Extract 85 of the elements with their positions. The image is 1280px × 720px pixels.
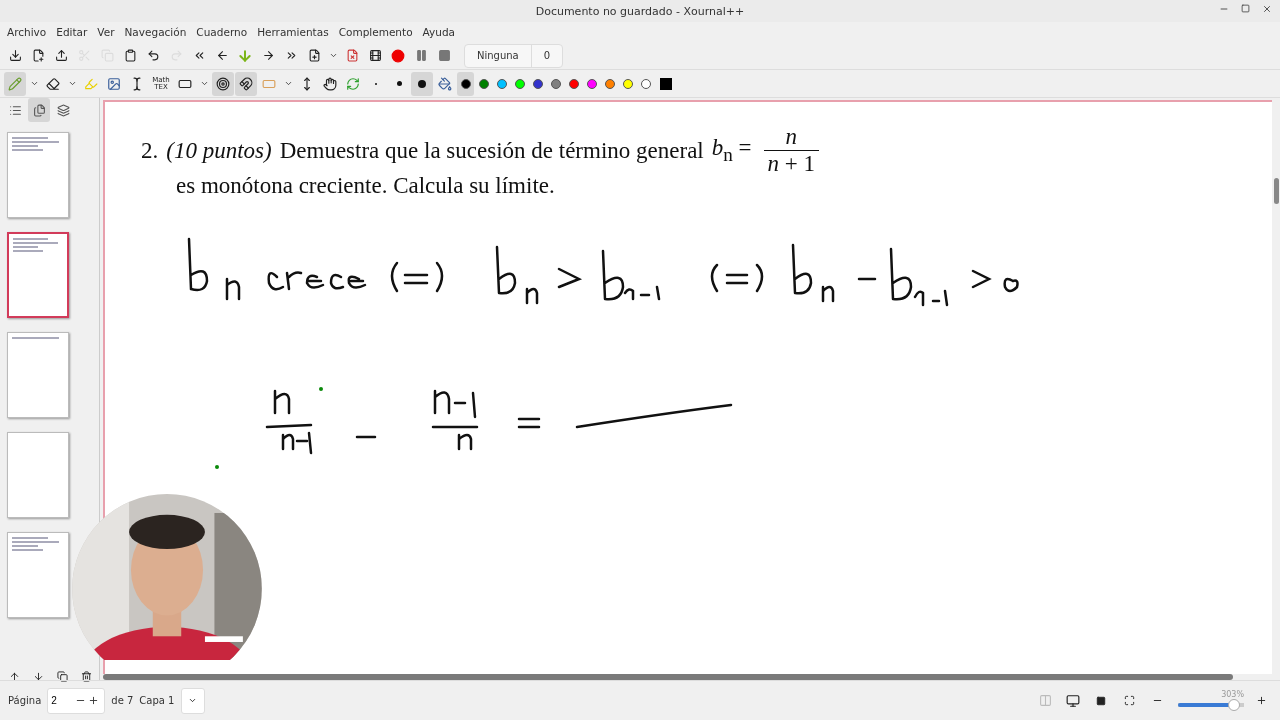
back-icon xyxy=(215,49,229,62)
page-total: de 7 xyxy=(111,695,134,706)
menu-item[interactable]: Cuaderno xyxy=(191,26,253,38)
page-thumbnail[interactable] xyxy=(7,332,69,418)
image-icon xyxy=(107,76,121,91)
trash-icon xyxy=(80,670,92,682)
fraction-denominator: n + 1 xyxy=(763,150,820,177)
undo-icon xyxy=(146,49,160,62)
refresh-icon xyxy=(346,76,360,91)
highlighter-icon xyxy=(84,76,98,91)
caret-icon xyxy=(67,79,77,88)
magnet-button[interactable] xyxy=(235,71,257,96)
problem-text: Demuestra que la sucesión de término general xyxy=(279,137,704,164)
export-icon xyxy=(54,49,68,62)
delpage-icon xyxy=(345,49,359,62)
slider-thumb[interactable] xyxy=(1228,699,1241,711)
page-spinner[interactable]: 2 xyxy=(47,687,106,714)
page-thumbnail[interactable] xyxy=(7,132,69,218)
scrollbar-thumb[interactable] xyxy=(103,674,1233,680)
hand-icon xyxy=(323,76,337,91)
dot-icon xyxy=(418,79,426,88)
square-icon xyxy=(1096,695,1106,706)
problem-text: es monótona creciente. Calcula su límite. xyxy=(175,173,556,199)
menu-item[interactable]: Editar xyxy=(51,26,93,38)
problem-points: (10 puntos) xyxy=(166,137,272,164)
pages-icon xyxy=(32,103,46,117)
paste-icon xyxy=(123,49,137,62)
layer-label: Capa 1 xyxy=(139,695,175,706)
menu-item[interactable]: Navegación xyxy=(119,26,192,38)
film-icon xyxy=(368,49,382,62)
square-icon xyxy=(660,77,672,90)
pause-icon xyxy=(414,49,428,62)
copy-icon xyxy=(56,670,68,682)
page-label: Página xyxy=(8,695,42,706)
menu-item[interactable]: Ayuda xyxy=(417,26,461,38)
menu-item[interactable]: Ver xyxy=(92,26,120,38)
caret-icon xyxy=(199,79,209,88)
columns-icon xyxy=(1038,694,1052,707)
layer-name: Ninguna xyxy=(465,44,532,67)
save-icon xyxy=(8,49,22,62)
close-icon[interactable] xyxy=(1262,4,1272,14)
page-thumbnail[interactable] xyxy=(7,432,69,518)
pen-icon xyxy=(8,76,22,91)
size-button[interactable] xyxy=(411,71,433,96)
plus-icon xyxy=(88,695,100,706)
sidebar-tab[interactable] xyxy=(28,98,50,122)
caret-icon xyxy=(283,79,293,88)
layer-field[interactable]: Ninguna 0 xyxy=(464,43,564,68)
caret-icon xyxy=(188,696,197,705)
zoom-level: 303% xyxy=(1221,690,1244,699)
layers-icon xyxy=(56,103,70,117)
fullscreen-icon xyxy=(1123,695,1135,706)
maximize-icon[interactable] xyxy=(1241,4,1250,13)
caret-icon xyxy=(328,51,338,60)
scrollbar-thumb[interactable] xyxy=(1273,178,1279,204)
problem-number: 2. xyxy=(141,137,159,164)
monitor-icon xyxy=(1066,693,1080,708)
menu-item[interactable]: Herramientas xyxy=(252,26,334,38)
arrow-up-icon xyxy=(8,670,20,682)
target-button[interactable] xyxy=(212,71,234,96)
window-title: Documento no guardado - Xournal++ xyxy=(535,4,745,18)
new-icon xyxy=(31,49,45,62)
menu-item[interactable]: Archivo xyxy=(2,26,52,38)
eraser-icon xyxy=(46,76,60,91)
fill-icon xyxy=(438,76,452,91)
target-icon xyxy=(216,76,230,91)
magnet-icon xyxy=(239,76,253,91)
list-icon xyxy=(8,103,22,117)
stop-icon xyxy=(437,49,451,62)
page-thumbnail[interactable] xyxy=(7,232,69,318)
page-input[interactable]: 2 xyxy=(51,695,74,706)
dot-icon xyxy=(396,81,402,86)
layer-count: 0 xyxy=(542,50,552,61)
formula: b$_{n}$ = xyxy=(711,135,752,166)
arrow-down-icon xyxy=(237,47,253,64)
caret-icon xyxy=(29,79,39,88)
fraction-numerator: n xyxy=(785,124,798,150)
addpage-icon xyxy=(307,49,321,62)
page-thumbnail[interactable] xyxy=(7,532,69,618)
plus-icon xyxy=(1255,695,1267,706)
record-icon xyxy=(391,48,405,63)
arrow-down-icon xyxy=(32,670,44,682)
next-icon xyxy=(261,49,275,62)
menu-item[interactable]: Complemento xyxy=(333,26,418,38)
color-button[interactable] xyxy=(457,71,474,96)
